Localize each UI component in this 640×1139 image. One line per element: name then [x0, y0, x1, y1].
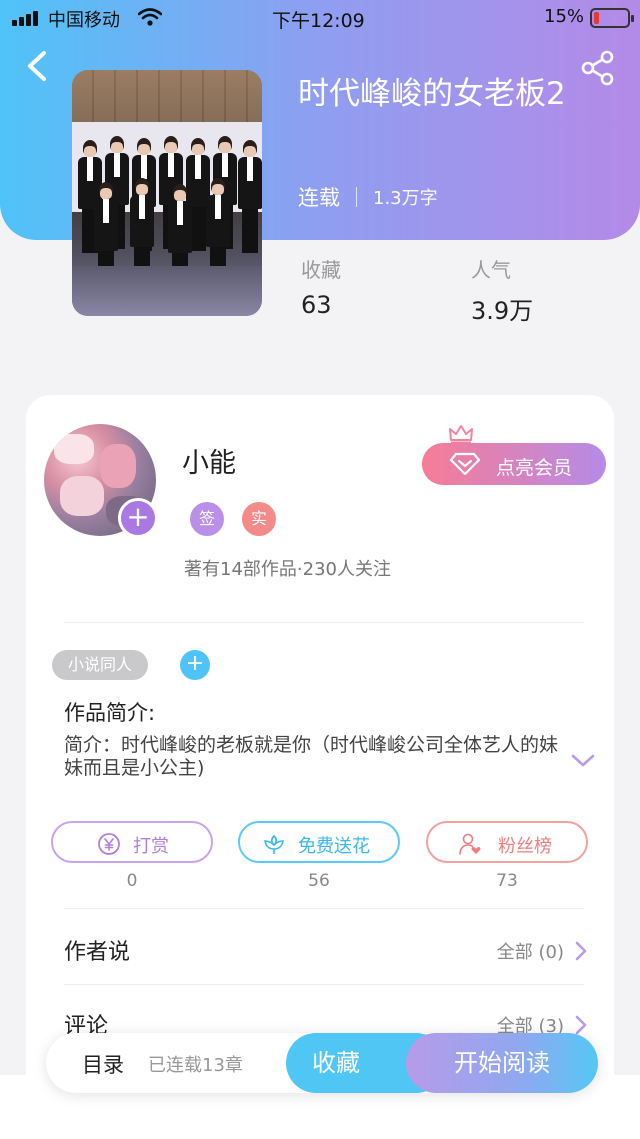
diamond-icon — [450, 452, 480, 476]
verified-badge: 实 — [242, 502, 276, 536]
status-bar: 中国移动 下午12:09 15% — [0, 0, 640, 36]
follow-author-button[interactable]: + — [118, 498, 158, 538]
popularity-stat: 人气 3.9万 — [471, 254, 533, 326]
table-of-contents-button[interactable]: 目录 — [82, 1049, 124, 1079]
signal-icon — [12, 10, 42, 26]
serial-status: 连载 — [298, 186, 340, 210]
back-arrow-icon[interactable] — [22, 48, 52, 84]
chevron-down-icon[interactable] — [570, 752, 596, 770]
start-reading-button[interactable]: 开始阅读 — [406, 1033, 598, 1093]
flower-count: 56 — [308, 871, 330, 891]
divider — [64, 908, 584, 909]
book-meta: 连载 1.3万字 — [298, 182, 438, 212]
favorites-value: 63 — [301, 291, 332, 319]
fan-ranking-label: 粉丝榜 — [498, 836, 552, 857]
intro-heading: 作品简介: — [64, 701, 156, 725]
send-flower-button[interactable]: 免费送花 — [238, 821, 400, 863]
send-flower-label: 免费送花 — [298, 836, 370, 857]
reward-button[interactable]: 打赏 — [51, 821, 213, 863]
fan-count: 73 — [496, 871, 518, 891]
reward-count: 0 — [126, 871, 138, 891]
chevron-right-icon — [575, 941, 587, 961]
book-cover-image[interactable] — [72, 70, 262, 316]
vip-membership-button[interactable]: 点亮会员 — [422, 443, 606, 485]
add-tag-button[interactable]: + — [180, 650, 210, 680]
carrier-label: 中国移动 — [48, 10, 120, 31]
clock-time: 下午12:09 — [272, 10, 365, 32]
user-heart-icon — [459, 833, 481, 855]
vip-button-label: 点亮会员 — [496, 457, 573, 479]
signed-badge: 签 — [190, 502, 224, 536]
chevron-right-icon — [575, 1015, 587, 1035]
crown-icon — [449, 425, 473, 444]
word-count: 1.3万字 — [373, 188, 438, 209]
author-note-title: 作者说 — [64, 940, 131, 965]
flower-icon — [264, 834, 284, 854]
battery-percent: 15% — [544, 6, 585, 27]
divider — [64, 984, 584, 985]
popularity-label: 人气 — [471, 258, 511, 282]
yen-coin-icon — [98, 833, 120, 855]
reward-label: 打赏 — [133, 836, 169, 857]
author-note-view-all[interactable]: 全部 (0) — [497, 938, 588, 964]
chapter-count: 已连载13章 — [148, 1055, 243, 1076]
wifi-icon — [138, 8, 162, 26]
book-title: 时代峰峻的女老板2 — [298, 76, 566, 112]
favorites-label: 收藏 — [301, 258, 341, 282]
fan-ranking-button[interactable]: 粉丝榜 — [426, 821, 588, 863]
intro-text: 简介：时代峰峻的老板就是你（时代峰峻公司全体艺人的妹妹而且是小公主) — [64, 734, 559, 779]
author-note-count: 全部 (0) — [496, 942, 564, 963]
author-name[interactable]: 小能 — [182, 441, 236, 480]
divider — [64, 622, 584, 623]
genre-tag[interactable]: 小说同人 — [52, 650, 148, 680]
battery-icon — [590, 8, 634, 28]
meta-divider — [356, 187, 357, 207]
author-stats: 著有14部作品·230人关注 — [184, 559, 391, 580]
popularity-value: 3.9万 — [471, 297, 534, 325]
favorites-stat: 收藏 63 — [301, 254, 341, 319]
